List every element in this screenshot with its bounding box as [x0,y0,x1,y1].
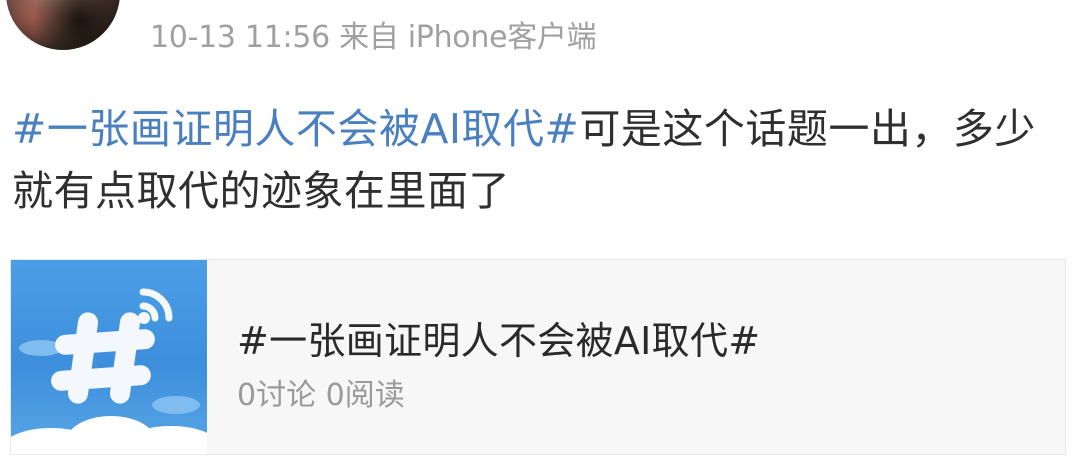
avatar[interactable] [6,0,120,50]
post-meta: 10-13 11:56 来自 iPhone客户端 [150,12,597,56]
weibo-post: 10-13 11:56 来自 iPhone客户端 #一张画证明人不会被AI取代#… [0,0,1080,458]
avatar-image [6,0,120,50]
post-body: #一张画证明人不会被AI取代#可是这个话题一出，多少就有点取代的迹象在里面了 [12,98,1062,222]
topic-card-stats: 0讨论 0阅读 [237,370,405,414]
topic-card[interactable]: #一张画证明人不会被AI取代# 0讨论 0阅读 [10,259,1066,455]
read-count: 0阅读 [325,378,405,413]
topic-card-title: #一张画证明人不会被AI取代# [237,319,761,363]
post-source: 来自 iPhone客户端 [339,20,597,55]
topic-link[interactable]: #一张画证明人不会被AI取代# [12,105,579,153]
discussion-count: 0讨论 [237,378,317,413]
post-timestamp: 10-13 11:56 [150,20,330,55]
topic-card-thumbnail [11,260,207,454]
topic-hash-icon [11,288,207,454]
